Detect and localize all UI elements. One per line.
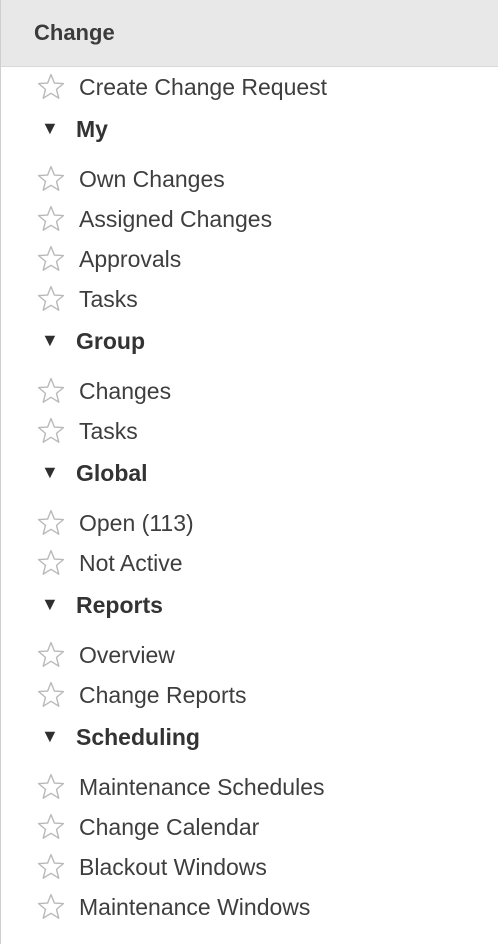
nav-item-open[interactable]: Open (113) <box>1 503 498 543</box>
star-outline-icon[interactable] <box>35 507 67 539</box>
star-outline-icon[interactable] <box>35 639 67 671</box>
nav-item-approvals[interactable]: Approvals <box>1 239 498 279</box>
nav-item-group-tasks[interactable]: Tasks <box>1 411 498 451</box>
star-outline-icon[interactable] <box>35 891 67 923</box>
group-label: Global <box>76 459 148 486</box>
star-outline-icon[interactable] <box>35 71 67 103</box>
star-outline-icon[interactable] <box>35 375 67 407</box>
nav-item-label: Tasks <box>79 285 138 312</box>
star-outline-icon[interactable] <box>35 243 67 275</box>
nav-item-group-changes[interactable]: Changes <box>1 371 498 411</box>
nav-item-label: Approvals <box>79 245 182 272</box>
group-header-reports[interactable]: ▼ Reports <box>1 579 498 631</box>
caret-down-icon: ▼ <box>41 593 59 614</box>
star-outline-icon[interactable] <box>35 811 67 843</box>
nav-item-change-calendar[interactable]: Change Calendar <box>1 807 498 847</box>
star-outline-icon[interactable] <box>35 203 67 235</box>
star-outline-icon[interactable] <box>35 163 67 195</box>
caret-down-icon: ▼ <box>41 329 59 350</box>
nav-item-blackout-windows[interactable]: Blackout Windows <box>1 847 498 887</box>
menu-title: Change <box>34 20 115 45</box>
star-outline-icon[interactable] <box>35 283 67 315</box>
nav-item-label: Changes <box>79 377 172 404</box>
nav-item-assigned-changes[interactable]: Assigned Changes <box>1 199 498 239</box>
nav-item-label: Overview <box>79 641 175 668</box>
group-label: My <box>76 115 108 142</box>
nav-item-change-reports[interactable]: Change Reports <box>1 675 498 715</box>
nav-item-my-tasks[interactable]: Tasks <box>1 279 498 319</box>
caret-down-icon: ▼ <box>41 117 59 138</box>
nav-item-label: Maintenance Windows <box>79 893 311 920</box>
nav-item-label: Change Reports <box>79 681 247 708</box>
star-outline-icon[interactable] <box>35 771 67 803</box>
group-label: Reports <box>76 591 163 618</box>
nav-item-label: Open (113) <box>79 509 194 536</box>
nav-item-label: Create Change Request <box>79 73 328 100</box>
nav-item-label: Own Changes <box>79 165 225 192</box>
module-list: Create Change Request ▼ My Own Changes A… <box>1 67 498 927</box>
nav-item-label: Assigned Changes <box>79 205 273 232</box>
nav-item-create-change-request[interactable]: Create Change Request <box>1 67 498 107</box>
group-label: Scheduling <box>76 723 200 750</box>
nav-item-label: Maintenance Schedules <box>79 773 325 800</box>
nav-item-label: Not Active <box>79 549 183 576</box>
nav-item-not-active[interactable]: Not Active <box>1 543 498 583</box>
group-label: Group <box>76 327 145 354</box>
group-header-group[interactable]: ▼ Group <box>1 315 498 367</box>
star-outline-icon[interactable] <box>35 679 67 711</box>
star-outline-icon[interactable] <box>35 547 67 579</box>
menu-header[interactable]: Change <box>1 0 498 67</box>
nav-item-maintenance-windows[interactable]: Maintenance Windows <box>1 887 498 927</box>
nav-item-overview[interactable]: Overview <box>1 635 498 675</box>
caret-down-icon: ▼ <box>41 725 59 746</box>
nav-item-label: Blackout Windows <box>79 853 267 880</box>
nav-item-maintenance-schedules[interactable]: Maintenance Schedules <box>1 767 498 807</box>
group-header-my[interactable]: ▼ My <box>1 103 498 155</box>
application-menu-panel: Change Create Change Request ▼ My Own Ch… <box>0 0 498 944</box>
star-outline-icon[interactable] <box>35 851 67 883</box>
star-outline-icon[interactable] <box>35 415 67 447</box>
nav-item-label: Change Calendar <box>79 813 260 840</box>
nav-item-label: Tasks <box>79 417 138 444</box>
group-header-global[interactable]: ▼ Global <box>1 447 498 499</box>
nav-item-own-changes[interactable]: Own Changes <box>1 159 498 199</box>
group-header-scheduling[interactable]: ▼ Scheduling <box>1 711 498 763</box>
caret-down-icon: ▼ <box>41 461 59 482</box>
